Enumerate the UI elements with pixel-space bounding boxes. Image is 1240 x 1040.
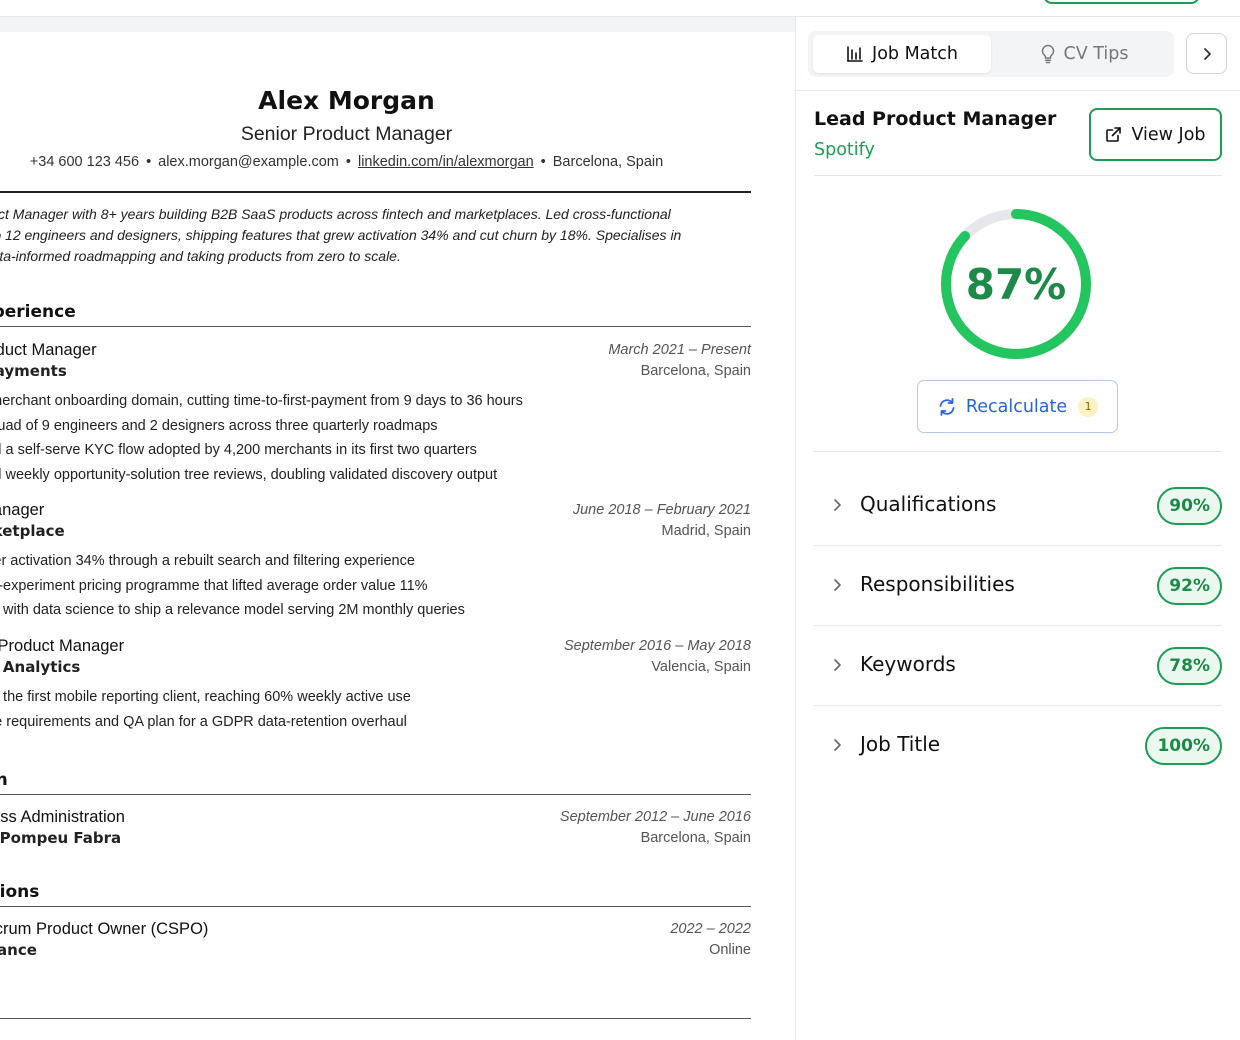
entry-bullet: buyer activation 34% through a rebuilt s… [0, 553, 415, 569]
entry-bullet: a squad of 9 engineers and 2 designers a… [0, 417, 438, 434]
criteria-label: Keywords [860, 652, 956, 676]
entry-location: Valencia, Spain [651, 659, 751, 675]
contact-email: alex.morgan@example.com [158, 154, 339, 170]
resume-contact-line: +34 600 123 456 • alex.morgan@example.com •… [0, 154, 723, 170]
resume-role: Senior Product Manager [240, 123, 453, 145]
entry-bullet: uced weekly opportunity-solution tree re… [0, 466, 498, 483]
entry-title: siness Administration [0, 808, 125, 826]
entry-location: Madrid, Spain [661, 523, 751, 539]
panel-divider [796, 90, 1240, 91]
entry-title: t Manager [0, 501, 45, 519]
entry-title: d Scrum Product Owner (CSPO) [0, 920, 209, 938]
criteria-label: Qualifications [860, 492, 997, 516]
entry-bullet: e the requirements and QA plan for a GDP… [0, 713, 407, 730]
section-divider [0, 906, 751, 907]
contact-separator: • [540, 154, 546, 170]
entry-location: Online [709, 942, 751, 958]
entry-date: 2022 – 2022 [670, 921, 751, 937]
job-head-divider [814, 175, 1222, 176]
entry-company: tat Pompeu Fabra [0, 829, 122, 847]
criteria-score-badge: 92% [1157, 567, 1222, 605]
entry-company: Alliance [0, 941, 37, 959]
contact-separator: • [345, 154, 351, 170]
entry-date: March 2021 – Present [608, 342, 751, 358]
target-job-company: Spotify [814, 140, 875, 160]
chevron-right-icon [1203, 47, 1211, 60]
tab-label: CV Tips [1063, 44, 1129, 64]
entry-bullet: he merchant onboarding domain, cutting t… [0, 393, 523, 409]
entry-company: s Payments [0, 362, 67, 380]
summary-line: up to 12 engineers and designers, shippi… [0, 227, 682, 243]
entry-title: Product Manager [0, 341, 97, 359]
criteria-label: Job Title [860, 732, 941, 756]
entry-bullets: ered the first mobile reporting client, … [0, 685, 411, 734]
section-divider [0, 794, 751, 795]
entry-bullet: ched a self-serve KYC flow adopted by 4,… [0, 442, 477, 458]
entry-location: Barcelona, Spain [640, 830, 751, 846]
contact-phone: +34 600 123 456 [29, 154, 140, 170]
page-bottom-divider [0, 1018, 751, 1019]
criteria-score-badge: 90% [1157, 487, 1222, 525]
criteria-score-badge: 78% [1157, 647, 1222, 685]
top-bar [0, 0, 1240, 17]
entry-company: larketplace [0, 522, 65, 540]
entry-bullets: he merchant onboarding domain, cutting t… [0, 389, 523, 487]
section-title-experience: Experience [0, 302, 76, 322]
entry-bullet: n 14-experiment pricing programme that l… [0, 577, 428, 594]
resume-summary: roduct Manager with 8+ years building B2… [0, 204, 751, 267]
criteria-row-qualifications[interactable]: Qualifications 90% [814, 466, 1222, 546]
tab-job-match[interactable]: Job Match [813, 35, 991, 73]
criteria-divider [814, 451, 1222, 452]
contact-location: Barcelona, Spain [552, 154, 664, 170]
target-job-title: Lead Product Manager [814, 108, 1057, 130]
resume-page: Alex Morgan Senior Product Manager +34 6… [0, 32, 751, 1040]
resume-name: Alex Morgan [258, 86, 435, 115]
bar-chart-icon [847, 46, 863, 62]
view-job-label: View Job [1131, 124, 1206, 145]
refresh-icon [939, 397, 955, 416]
job-match-panel: Job Match CV Tips Lead Product Manager S… [795, 17, 1240, 1040]
entry-company: ork Analytics [0, 658, 81, 676]
external-link-icon [1106, 127, 1122, 142]
recalculate-label: Recalculate [965, 396, 1068, 417]
criteria-score-badge: 100% [1145, 727, 1222, 765]
section-title-certifications: cations [0, 882, 40, 902]
chevron-right-icon [834, 739, 841, 751]
section-title-education: tion [0, 770, 8, 790]
summary-line: roduct Manager with 8+ years building B2… [0, 206, 671, 222]
tab-cv-tips[interactable]: CV Tips [998, 35, 1170, 73]
entry-bullet: ered with data science to ship a relevan… [0, 602, 465, 618]
entry-date: September 2016 – May 2018 [563, 638, 751, 654]
tab-label: Job Match [872, 44, 958, 64]
section-divider [0, 326, 751, 327]
header-divider [0, 191, 751, 193]
chevron-right-icon [834, 659, 841, 671]
criteria-row-responsibilities[interactable]: Responsibilities 92% [814, 546, 1222, 626]
view-job-button[interactable]: View Job [1089, 108, 1222, 161]
chevron-right-icon [834, 579, 841, 591]
contact-separator: • [146, 154, 152, 170]
entry-date: September 2012 – June 2016 [559, 809, 751, 825]
match-score-gauge: 87% [936, 204, 1096, 364]
entry-bullet: ered the first mobile reporting client, … [0, 689, 411, 705]
top-action-button[interactable] [1043, 0, 1200, 4]
summary-line: y, data-informed roadmapping and taking … [0, 248, 401, 264]
entry-bullets: buyer activation 34% through a rebuilt s… [0, 549, 465, 623]
entry-title: ate Product Manager [0, 637, 125, 655]
match-score-value: 87% [965, 259, 1067, 309]
panel-tabs: Job Match CV Tips [808, 31, 1174, 77]
resume-preview: Alex Morgan Senior Product Manager +34 6… [0, 32, 795, 1040]
recalculate-count-badge: 1 [1078, 396, 1099, 417]
lightbulb-icon [1041, 44, 1054, 64]
criteria-row-job-title[interactable]: Job Title 100% [814, 706, 1222, 786]
chevron-right-icon [834, 499, 841, 511]
contact-linkedin-link[interactable]: linkedin.com/in/alexmorgan [358, 154, 534, 170]
entry-location: Barcelona, Spain [640, 363, 751, 379]
entry-date: June 2018 – February 2021 [572, 502, 751, 518]
criteria-label: Responsibilities [860, 572, 1015, 596]
collapse-panel-button[interactable] [1186, 33, 1227, 74]
criteria-row-keywords[interactable]: Keywords 78% [814, 626, 1222, 706]
recalculate-button[interactable]: Recalculate 1 [917, 380, 1118, 433]
